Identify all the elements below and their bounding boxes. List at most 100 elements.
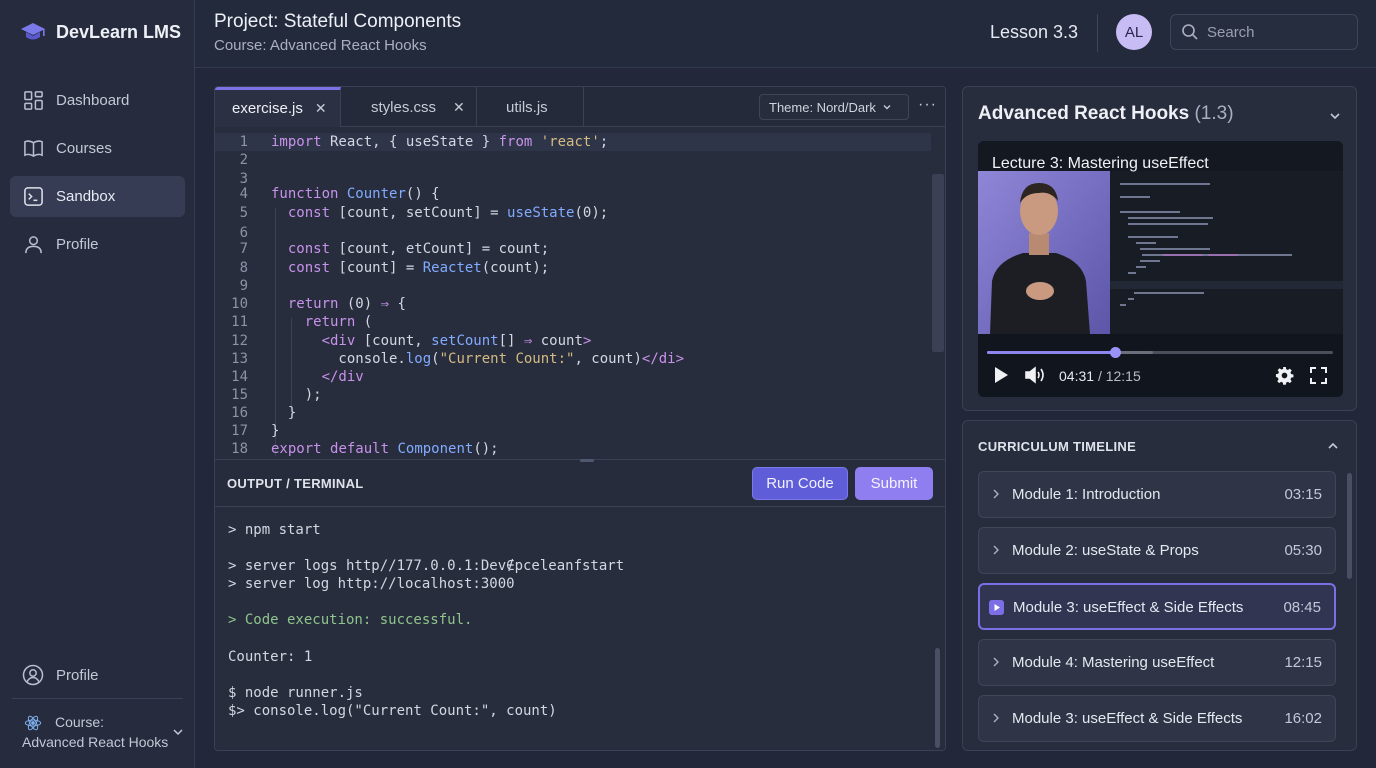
code-line: 15 ); [215, 386, 931, 404]
more-options-icon[interactable]: ··· [918, 96, 937, 114]
tab-styles-css[interactable]: styles.css ✕ [341, 87, 477, 127]
sidebar-divider [12, 698, 183, 699]
video-player[interactable]: Lecture 3: Mastering useEffect 04:31 / 1… [978, 141, 1343, 397]
sidebar-item-label: Courses [56, 140, 112, 157]
module-item[interactable]: Module 4: Mastering useEffect 12:15 [978, 639, 1336, 686]
sidebar-item-courses[interactable]: Courses [10, 128, 185, 169]
sidebar-item-sandbox[interactable]: Sandbox [10, 176, 185, 217]
code-text: const [count, etCount] = count; [287, 241, 550, 257]
chevron-up-icon[interactable] [1326, 439, 1340, 453]
graduation-cap-icon [21, 23, 45, 40]
video-controls: 04:31 / 12:15 [978, 334, 1343, 397]
code-scrollbar[interactable] [932, 174, 944, 352]
terminal-line: $ node runner.js [228, 685, 363, 701]
sidebar-item-profile[interactable]: Profile [10, 224, 185, 265]
terminal-line: > npm start [228, 522, 321, 538]
run-code-button[interactable]: Run Code [752, 467, 848, 500]
brand[interactable]: DevLearn LMS [20, 20, 181, 44]
book-icon [24, 140, 43, 158]
code-area[interactable]: 1 import React, { useState } from 'react'… [215, 128, 945, 458]
sidebar-bottom-profile[interactable]: Profile [22, 664, 99, 686]
play-icon[interactable] [993, 366, 1009, 384]
line-number: 16 [231, 405, 248, 421]
settings-gear-icon[interactable] [1275, 366, 1294, 385]
module-item[interactable]: Module 1: Introduction 03:15 [978, 471, 1336, 518]
video-scrubber-handle[interactable] [1110, 347, 1122, 358]
chevron-right-icon [993, 657, 999, 667]
video-panel-count: (1.3) [1194, 103, 1234, 124]
line-number: 11 [231, 314, 248, 330]
top-header: Project: Stateful Components Course: Adv… [195, 0, 1376, 68]
code-line: 14 </div [215, 368, 931, 386]
code-line: 1 import React, { useState } from 'react'… [215, 133, 931, 151]
code-line: 10 return (0) ⇒ { [215, 295, 931, 313]
output-toolbar: OUTPUT / TERMINAL Run Code Submit [215, 459, 945, 507]
fullscreen-icon[interactable] [1310, 367, 1327, 384]
code-text: </div [321, 369, 364, 385]
module-item[interactable]: Module 3: useEffect & Side Effects 16:02 [978, 695, 1336, 742]
line-number: 17 [231, 423, 248, 439]
avatar[interactable]: AL [1116, 14, 1152, 50]
terminal-line: > Code execution: successful. [228, 612, 473, 628]
course-subtitle: Course: Advanced React Hooks [214, 37, 427, 54]
course-switch-name: Advanced React Hooks [22, 734, 169, 750]
tab-exercise-js[interactable]: exercise.js ✕ [215, 87, 341, 127]
course-switcher[interactable]: Course: Advanced React Hooks [14, 712, 188, 752]
line-number: 4 [239, 186, 248, 202]
play-icon [989, 600, 1004, 615]
code-text: export default Component(); [271, 441, 499, 457]
line-number: 14 [231, 369, 248, 385]
module-duration: 16:02 [1284, 710, 1322, 727]
output-title: OUTPUT / TERMINAL [227, 476, 364, 491]
bottom-profile-label: Profile [56, 666, 99, 684]
sidebar-item-label: Profile [56, 236, 99, 253]
code-text: } [271, 405, 297, 421]
sidebar: DevLearn LMS Dashboard Courses Sandbox P… [0, 0, 195, 768]
terminal-icon [24, 187, 43, 206]
line-number: 1 [239, 134, 248, 150]
volume-icon[interactable] [1024, 366, 1046, 384]
video-panel-title: Advanced React Hooks (1.3) [978, 103, 1234, 125]
theme-select[interactable]: Theme: Nord/Dark [759, 94, 909, 120]
module-item-active[interactable]: Module 3: useEffect & Side Effects 08:45 [978, 583, 1336, 630]
terminal-output[interactable]: > npm start > server logs http//177.0.0.… [215, 508, 945, 750]
code-line: 12 <div [count, setCount[] ⇒ count> [215, 332, 931, 350]
line-number: 12 [231, 333, 248, 349]
search-box[interactable] [1170, 14, 1358, 50]
code-line: 16 } [215, 404, 931, 422]
react-icon [24, 715, 42, 731]
video-panel-title-text: Advanced React Hooks [978, 103, 1190, 124]
code-text: ); [271, 387, 322, 403]
module-label: Module 3: useEffect & Side Effects [1013, 599, 1244, 616]
close-icon[interactable]: ✕ [453, 99, 465, 116]
code-text: const [count, setCount] = useState(0); [287, 205, 609, 221]
code-line: 4 function Counter() { [215, 185, 931, 203]
line-number: 10 [231, 296, 248, 312]
chevron-right-icon [993, 489, 999, 499]
video-progress-bar[interactable] [987, 347, 1333, 358]
submit-button[interactable]: Submit [855, 467, 933, 500]
resize-handle[interactable] [580, 459, 594, 462]
tab-utils-js[interactable]: utils.js [477, 87, 584, 127]
line-number: 7 [239, 241, 248, 257]
terminal-line: $> console.log("Current Count:", count) [228, 703, 557, 719]
code-text: return ( [304, 314, 373, 330]
module-label: Module 1: Introduction [1012, 486, 1161, 503]
code-line: 13 console.log("Current Count:", count)<… [215, 350, 931, 368]
code-line: 7 const [count, etCount] = count; [215, 240, 931, 258]
sidebar-item-label: Dashboard [56, 92, 130, 109]
search-input[interactable] [1207, 23, 1347, 41]
module-item[interactable]: Module 2: useState & Props 05:30 [978, 527, 1336, 574]
app-name: DevLearn LMS [56, 21, 182, 42]
sidebar-item-dashboard[interactable]: Dashboard [10, 80, 185, 121]
code-text: return (0) ⇒ { [287, 296, 406, 312]
line-number: 15 [231, 387, 248, 403]
chevron-down-icon[interactable] [1328, 109, 1342, 123]
tab-label: styles.css [371, 98, 437, 116]
code-line: 5 const [count, setCount] = useState(0); [215, 204, 931, 222]
tab-label: utils.js [506, 98, 548, 116]
terminal-scrollbar[interactable] [935, 648, 940, 748]
close-icon[interactable]: ✕ [315, 100, 327, 117]
curriculum-scrollbar[interactable] [1347, 473, 1352, 579]
chevron-right-icon [993, 545, 999, 555]
